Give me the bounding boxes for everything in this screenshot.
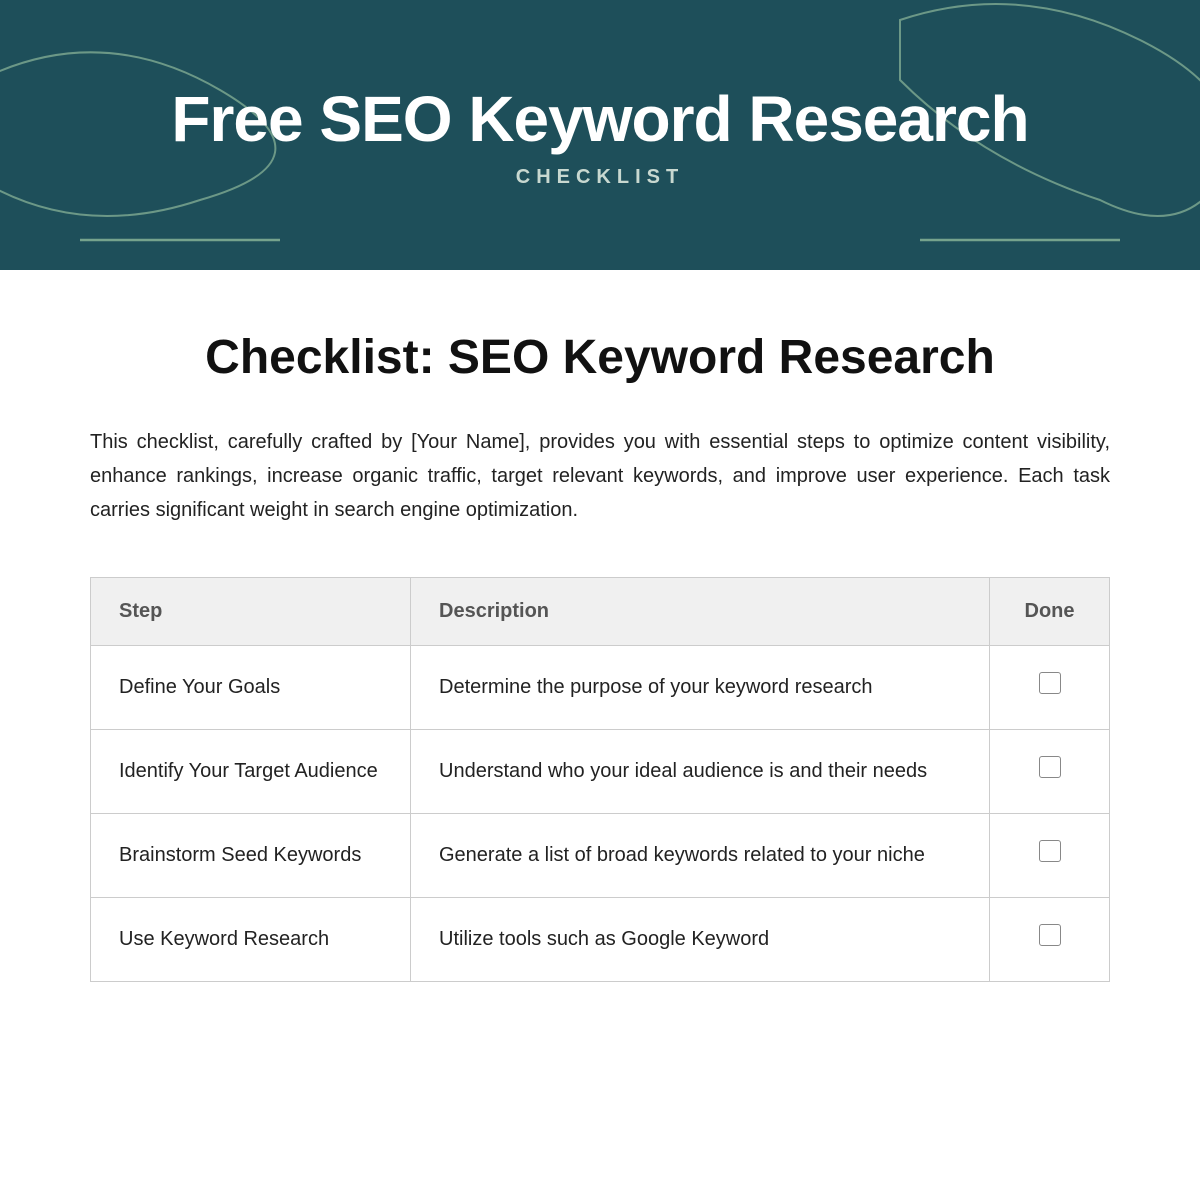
page-title: Checklist: SEO Keyword Research [90, 330, 1110, 385]
table-cell-description: Generate a list of broad keywords relate… [411, 814, 990, 898]
table-row: Identify Your Target AudienceUnderstand … [91, 730, 1110, 814]
table-cell-done[interactable] [990, 898, 1110, 982]
table-cell-step: Use Keyword Research [91, 898, 411, 982]
column-header-done: Done [990, 578, 1110, 646]
checkbox[interactable] [1039, 756, 1061, 778]
table-cell-description: Utilize tools such as Google Keyword [411, 898, 990, 982]
table-row: Use Keyword ResearchUtilize tools such a… [91, 898, 1110, 982]
table-row: Brainstorm Seed KeywordsGenerate a list … [91, 814, 1110, 898]
checklist-table: Step Description Done Define Your GoalsD… [90, 577, 1110, 982]
table-cell-description: Understand who your ideal audience is an… [411, 730, 990, 814]
table-cell-done[interactable] [990, 730, 1110, 814]
header-title: Free SEO Keyword Research [171, 82, 1028, 156]
checkbox[interactable] [1039, 840, 1061, 862]
table-cell-done[interactable] [990, 646, 1110, 730]
table-cell-done[interactable] [990, 814, 1110, 898]
column-header-description: Description [411, 578, 990, 646]
column-header-step: Step [91, 578, 411, 646]
table-row: Define Your GoalsDetermine the purpose o… [91, 646, 1110, 730]
checkbox[interactable] [1039, 672, 1061, 694]
table-cell-step: Brainstorm Seed Keywords [91, 814, 411, 898]
page-header: Free SEO Keyword Research CHECKLIST [0, 0, 1200, 270]
table-cell-description: Determine the purpose of your keyword re… [411, 646, 990, 730]
description-text: This checklist, carefully crafted by [Yo… [90, 425, 1110, 527]
table-cell-step: Define Your Goals [91, 646, 411, 730]
main-content: Checklist: SEO Keyword Research This che… [0, 270, 1200, 1042]
checkbox[interactable] [1039, 924, 1061, 946]
header-subtitle: CHECKLIST [516, 166, 684, 189]
table-cell-step: Identify Your Target Audience [91, 730, 411, 814]
table-header-row: Step Description Done [91, 578, 1110, 646]
